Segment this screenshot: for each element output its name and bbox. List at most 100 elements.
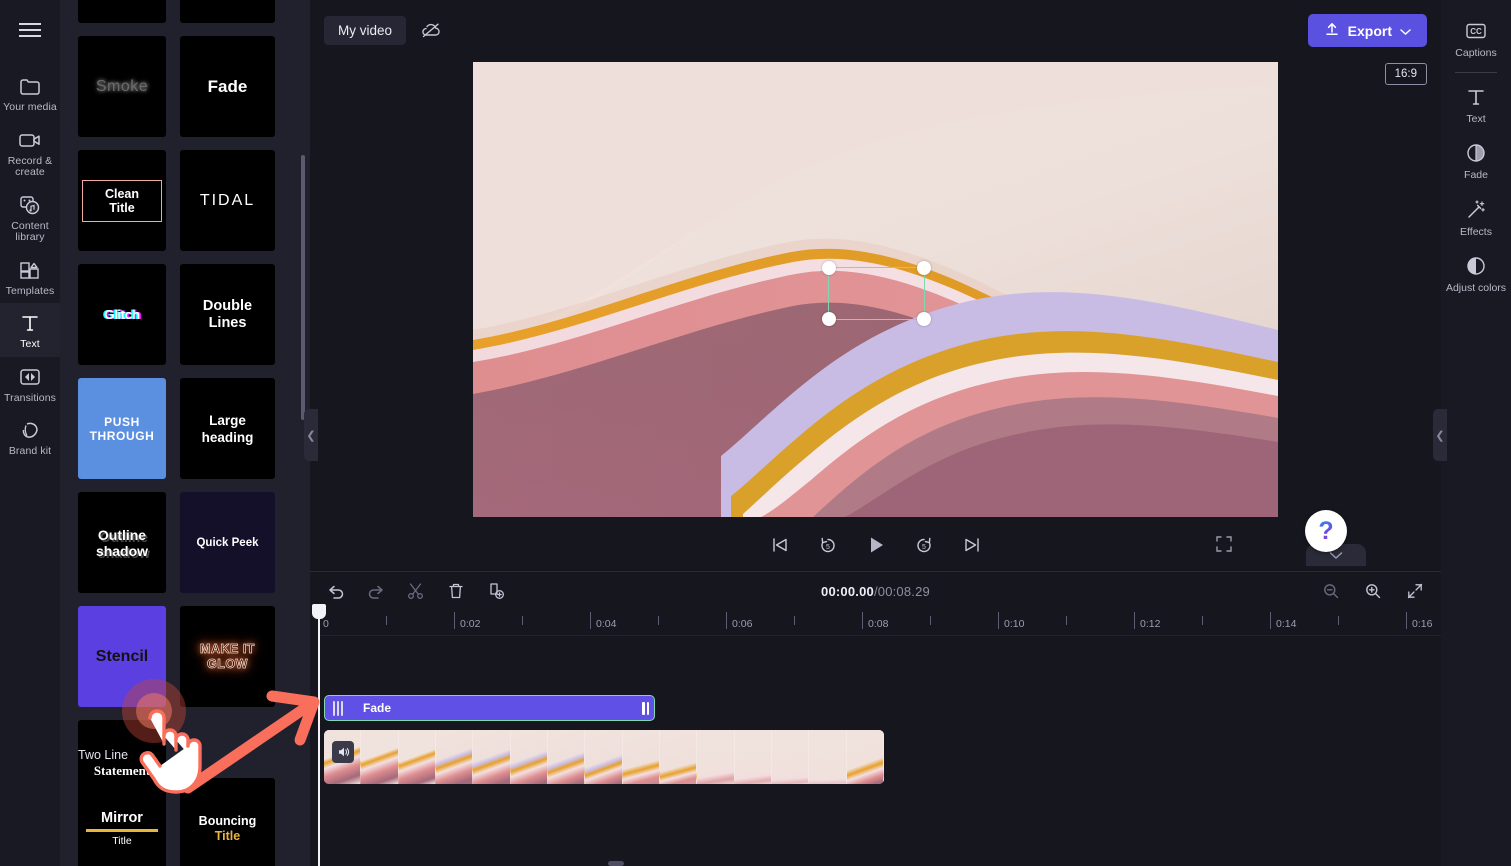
sidebar-label: Templates (5, 284, 55, 297)
sidebar-label: Your media (3, 101, 57, 113)
project-name-button[interactable]: My video (324, 15, 407, 45)
clip-left-handle[interactable] (333, 700, 345, 716)
template-label: Bouncing (198, 813, 257, 828)
templates-icon (17, 258, 43, 282)
ruler-label: 0:06 (732, 618, 753, 630)
rewind-5-icon[interactable]: 5 (815, 532, 841, 558)
template-card-mirror[interactable]: Mirror Title (78, 778, 166, 866)
current-time: 00:00.00 (821, 583, 874, 599)
right-item-effects[interactable]: Effects (1441, 189, 1511, 246)
video-preview-canvas[interactable] (473, 62, 1278, 517)
timeline-playhead[interactable] (312, 604, 326, 866)
timeline-horizontal-scrollbar[interactable] (608, 861, 624, 866)
resize-handle-top-right[interactable] (917, 261, 931, 275)
right-item-text[interactable]: Text (1441, 76, 1511, 133)
playhead-handle[interactable] (312, 604, 326, 619)
template-card-clean-title[interactable]: Clean Title (78, 150, 166, 251)
right-item-captions[interactable]: CC Captions (1441, 10, 1511, 67)
fullscreen-icon[interactable] (1212, 532, 1236, 556)
sidebar-item-transitions[interactable]: Transitions (0, 357, 60, 411)
chevron-down-icon (1400, 23, 1411, 39)
sidebar-item-record-create[interactable]: Record & create (0, 120, 60, 185)
scissors-icon[interactable] (404, 579, 428, 603)
right-item-label: Text (1466, 112, 1486, 125)
resize-handle-bottom-left[interactable] (822, 312, 836, 326)
help-button[interactable]: ? (1305, 510, 1347, 552)
sidebar-item-text[interactable]: Text (0, 303, 60, 357)
template-card-double-lines[interactable]: Double Lines (180, 264, 275, 365)
template-label: Large heading (201, 412, 254, 445)
template-card-bouncing-title[interactable]: Bouncing Title (180, 778, 275, 866)
template-card-quick-peek[interactable]: Quick Peek (180, 492, 275, 593)
template-card-smoke[interactable]: Smoke (78, 36, 166, 137)
play-button[interactable] (863, 532, 889, 558)
template-card-stencil[interactable]: Stencil (78, 606, 166, 707)
skip-back-icon[interactable] (767, 532, 793, 558)
editor-main: My video Export 16:9 5 5 ? 00:00.00/00:0… (310, 0, 1441, 866)
fade-circle-icon (1463, 141, 1489, 165)
left-panel-collapse-tab[interactable]: ❮ (304, 409, 318, 461)
text-t-icon (1463, 85, 1489, 109)
clip-volume-icon[interactable] (332, 741, 354, 763)
export-button[interactable]: Export (1307, 14, 1427, 47)
ruler-label: 0:10 (1004, 618, 1025, 630)
skip-forward-icon[interactable] (959, 532, 985, 558)
forward-5-icon[interactable]: 5 (911, 532, 937, 558)
upload-arrow-icon (1324, 21, 1340, 40)
selected-element-bounding-box[interactable] (822, 261, 931, 326)
template-card-outline-shadow[interactable]: Outline shadow (78, 492, 166, 593)
template-card-x[interactable] (180, 0, 275, 23)
chevron-left-icon: ❮ (306, 429, 316, 442)
clip-filmstrip (324, 730, 884, 784)
transitions-icon (17, 365, 43, 389)
clipchamp-editor: Your media Record & create Content libra… (0, 0, 1511, 866)
clip-label: Fade (363, 701, 392, 715)
template-label: TIDAL (199, 191, 256, 209)
right-item-label: Effects (1460, 225, 1492, 238)
trash-icon[interactable] (444, 579, 468, 603)
fit-to-screen-icon[interactable] (1403, 579, 1427, 603)
svg-text:5: 5 (826, 544, 830, 551)
resize-handle-top-left[interactable] (822, 261, 836, 275)
template-label: Glitch (104, 307, 140, 322)
sidebar-item-your-media[interactable]: Your media (0, 66, 60, 120)
templates-scrollbar[interactable] (301, 155, 305, 420)
duplicate-icon[interactable] (484, 579, 508, 603)
sidebar-item-templates[interactable]: Templates (0, 250, 60, 304)
template-card-glitch[interactable]: Glitch (78, 264, 166, 365)
clip-right-handle[interactable] (640, 700, 651, 717)
chevron-left-icon: ❮ (1435, 429, 1445, 442)
aspect-ratio-button[interactable]: 16:9 (1384, 63, 1427, 85)
template-card-tidal[interactable]: TIDAL (180, 150, 275, 251)
timeline-video-clip[interactable] (324, 730, 884, 784)
zoom-out-icon[interactable] (1319, 579, 1343, 603)
cloud-off-icon[interactable] (414, 15, 448, 45)
right-panel-collapse-tab[interactable]: ❮ (1433, 409, 1447, 461)
template-card-large-heading[interactable]: Large heading (180, 378, 275, 479)
redo-arrow-icon[interactable] (364, 579, 388, 603)
sidebar-item-content-library[interactable]: Content library (0, 185, 60, 250)
export-label: Export (1347, 22, 1392, 39)
template-card-make-it-glow[interactable]: MAKE IT GLOW (180, 606, 275, 707)
preview-stage: 16:9 (310, 60, 1441, 519)
timeline-ruler[interactable]: 0 0:02 0:04 0:06 0:08 0:10 0:12 0:14 0:1… (318, 610, 1441, 636)
zoom-in-icon[interactable] (1361, 579, 1385, 603)
templates-grid: Smoke Fade Clean Title TIDAL Glitch Doub… (60, 0, 275, 821)
timeline-panel: 00:00.00/00:08.29 0 0:02 0:04 0:06 0:08 … (310, 571, 1441, 866)
top-toolbar: My video Export (310, 0, 1441, 60)
hamburger-menu-icon[interactable] (14, 16, 46, 44)
timeline-text-clip[interactable]: Fade (324, 695, 655, 721)
ruler-label: 0:14 (1276, 618, 1297, 630)
resize-handle-bottom-right[interactable] (917, 312, 931, 326)
right-item-adjust-colors[interactable]: Adjust colors (1441, 245, 1511, 302)
template-card-push-through[interactable]: PUSH THROUGH (78, 378, 166, 479)
undo-arrow-icon[interactable] (324, 579, 348, 603)
ruler-label: 0 (323, 618, 329, 630)
sidebar-divider (1455, 71, 1497, 73)
sidebar-item-brand-kit[interactable]: Brand kit (0, 410, 60, 464)
template-card-fade[interactable]: Fade (180, 36, 275, 137)
right-item-fade[interactable]: Fade (1441, 132, 1511, 189)
template-card-0[interactable] (78, 0, 166, 23)
ruler-label: 0:12 (1140, 618, 1161, 630)
timeline-toolbar: 00:00.00/00:08.29 (310, 572, 1441, 610)
